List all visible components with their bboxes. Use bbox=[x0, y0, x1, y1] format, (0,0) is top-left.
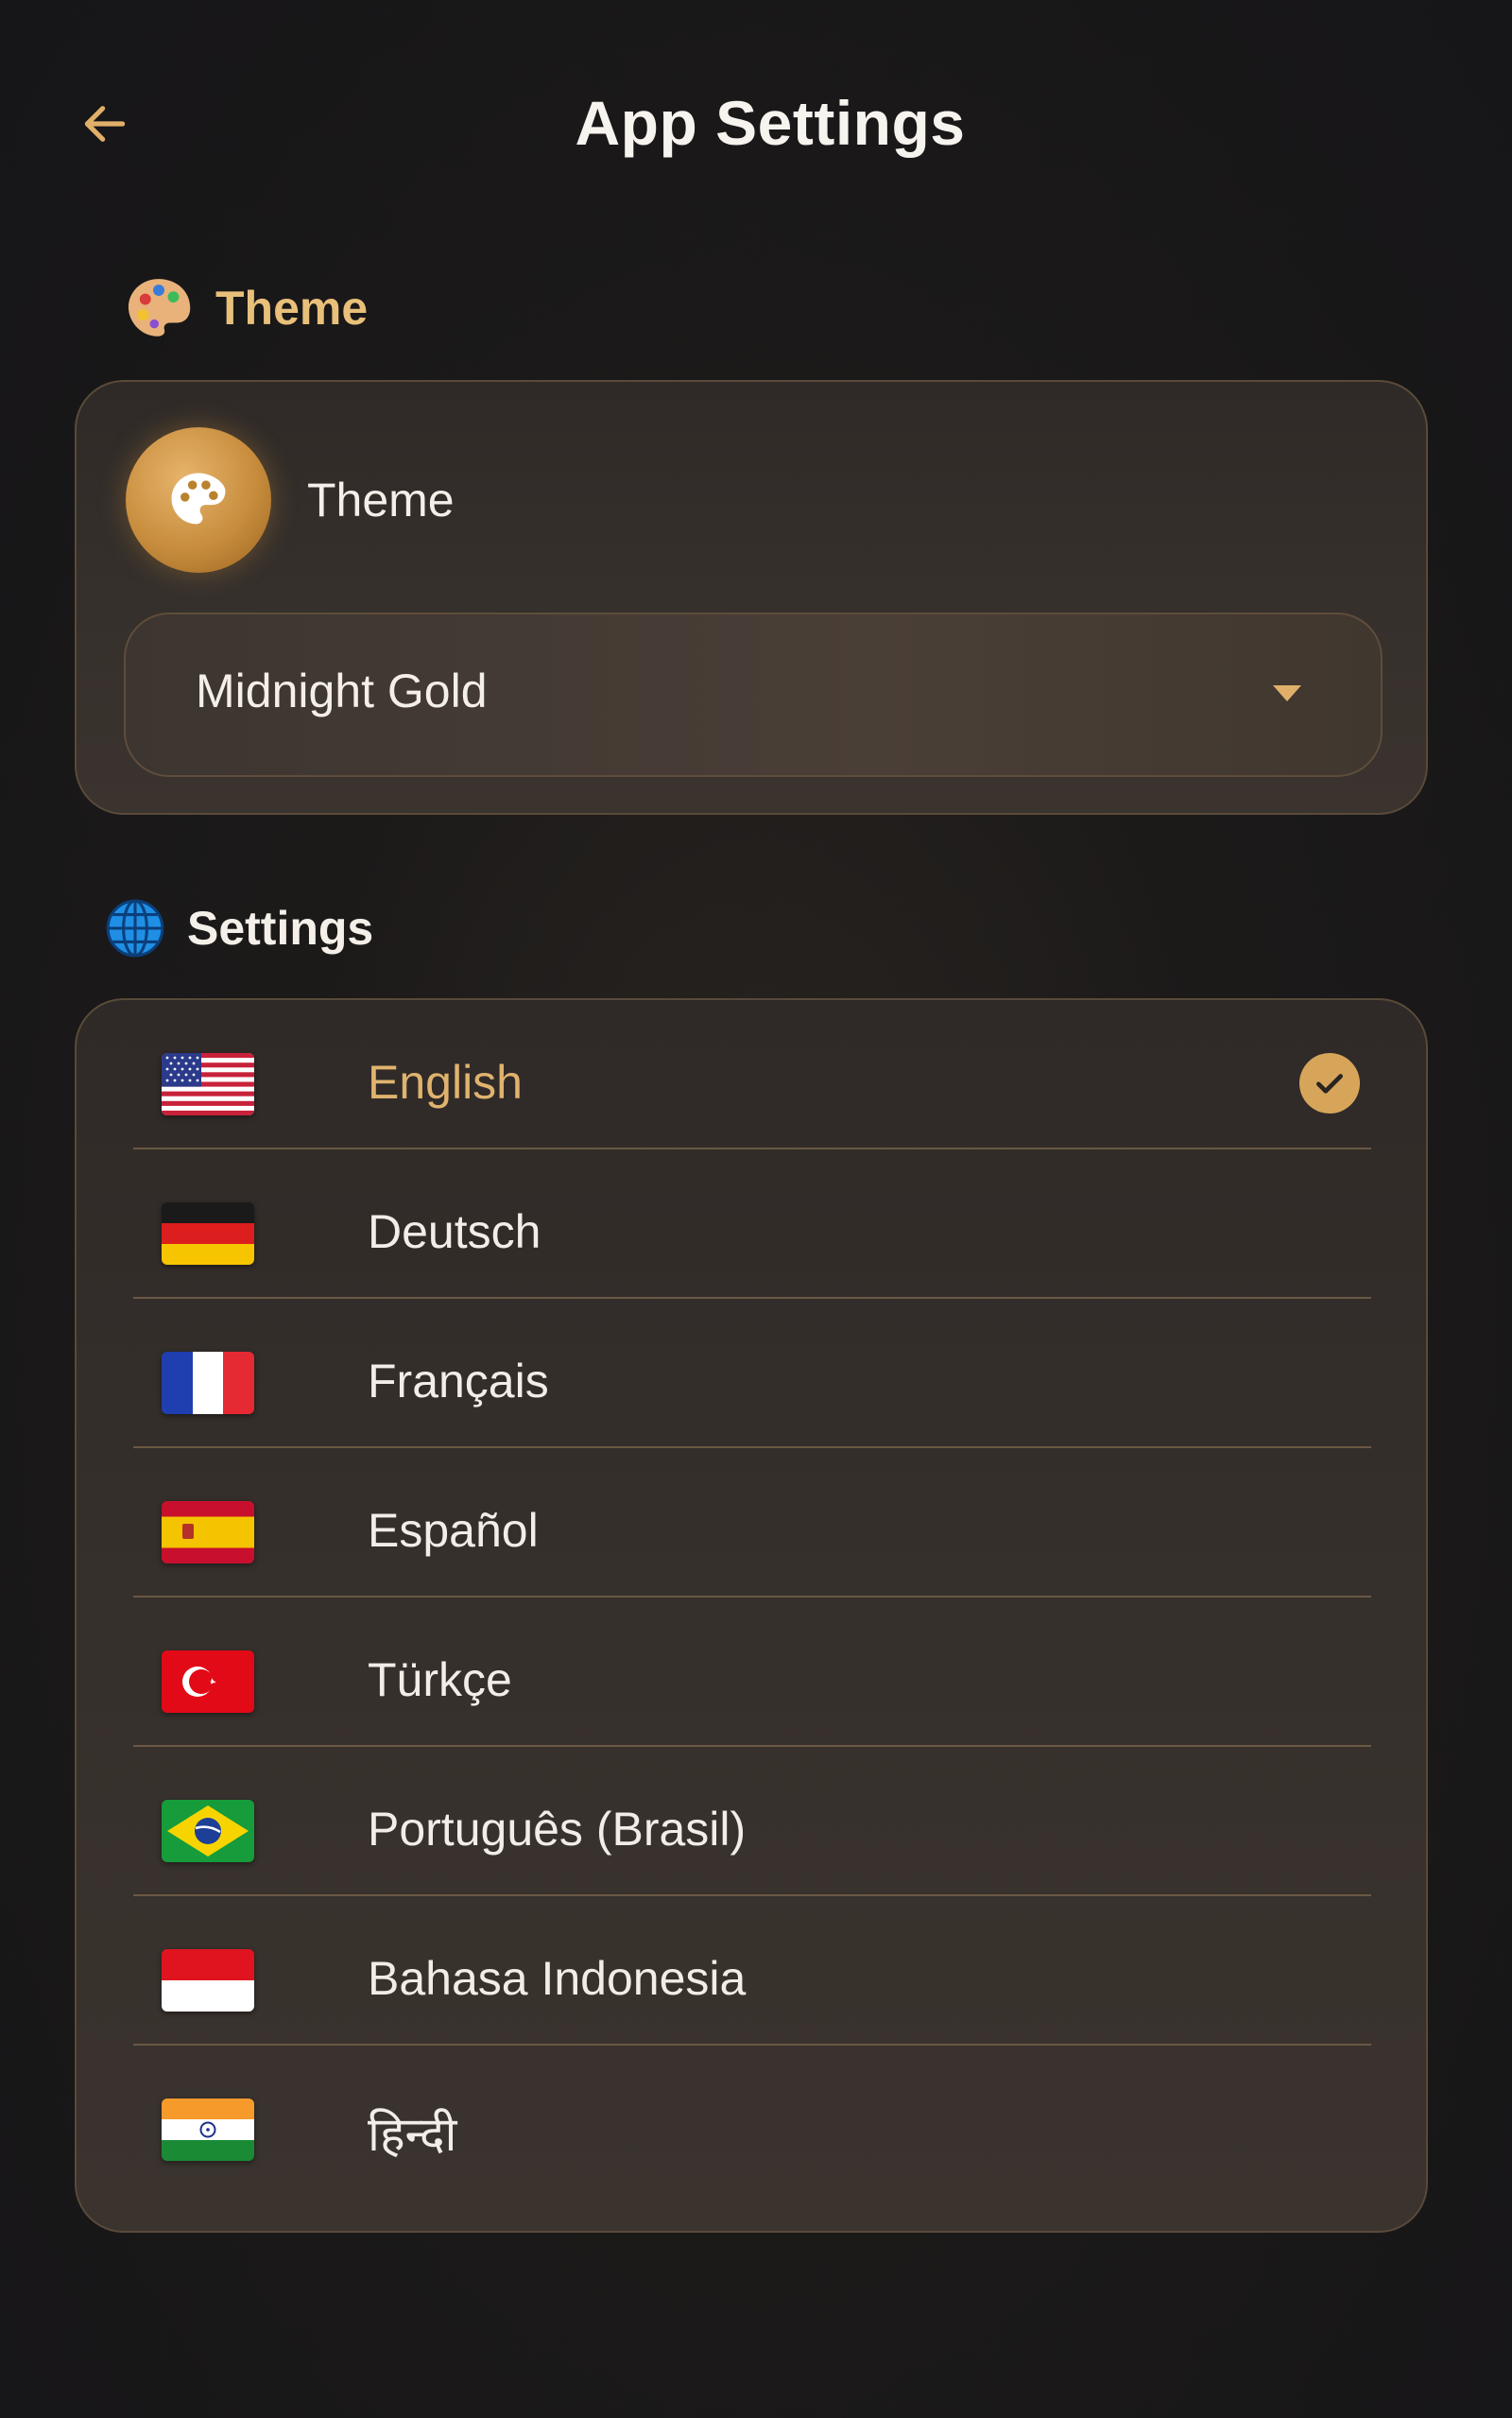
language-name: Español bbox=[368, 1504, 539, 1557]
language-name: Deutsch bbox=[368, 1205, 541, 1258]
theme-section-title: Theme bbox=[215, 282, 369, 335]
de-flag-icon bbox=[162, 1202, 254, 1265]
fr-flag-icon bbox=[162, 1352, 254, 1414]
page-title: App Settings bbox=[575, 88, 966, 158]
language-item-bahasa-indonesia[interactable]: Bahasa Indonesia bbox=[133, 1896, 1371, 2046]
theme-dropdown[interactable]: Midnight Gold bbox=[124, 613, 1383, 777]
language-item-english[interactable]: English bbox=[133, 1000, 1371, 1149]
language-item-francais[interactable]: Français bbox=[133, 1299, 1371, 1448]
language-item-deutsch[interactable]: Deutsch bbox=[133, 1149, 1371, 1299]
language-section-heading: Settings bbox=[104, 890, 373, 966]
language-section-title: Settings bbox=[187, 902, 374, 955]
language-name: Bahasa Indonesia bbox=[368, 1952, 747, 2005]
check-circle-icon bbox=[1299, 1053, 1360, 1114]
language-item-turkce[interactable]: Türkçe bbox=[133, 1598, 1371, 1747]
theme-row-label: Theme bbox=[307, 474, 455, 527]
in-flag-icon bbox=[162, 2098, 254, 2161]
tr-flag-icon bbox=[162, 1650, 254, 1713]
br-flag-icon bbox=[162, 1800, 254, 1862]
app-header: App Settings bbox=[0, 0, 1512, 255]
theme-card: Theme Midnight Gold bbox=[75, 380, 1428, 815]
language-name: Français bbox=[368, 1355, 549, 1408]
palette-icon bbox=[171, 473, 226, 525]
id-flag-icon bbox=[162, 1949, 254, 2012]
language-item-portugues-brasil[interactable]: Português (Brasil) bbox=[133, 1747, 1371, 1896]
language-name: Português (Brasil) bbox=[368, 1803, 747, 1856]
caret-down-icon bbox=[1273, 685, 1301, 701]
language-item-espanol[interactable]: Español bbox=[133, 1448, 1371, 1598]
language-name: हिन्दी bbox=[368, 2108, 457, 2161]
language-item-hindi[interactable]: हिन्दी bbox=[133, 2046, 1371, 2195]
us-flag-icon bbox=[162, 1053, 254, 1115]
theme-dropdown-value: Midnight Gold bbox=[196, 665, 488, 717]
globe-icon bbox=[106, 899, 164, 958]
es-flag-icon bbox=[162, 1501, 254, 1563]
language-name: Türkçe bbox=[368, 1653, 512, 1706]
language-list: English Deutsch Français Español Türkçe … bbox=[133, 1000, 1371, 2195]
theme-section-heading: Theme bbox=[123, 270, 368, 346]
palette-emoji-icon bbox=[128, 279, 191, 337]
language-name: English bbox=[368, 1056, 523, 1109]
language-card: English Deutsch Français Español Türkçe … bbox=[75, 998, 1428, 2233]
theme-avatar bbox=[126, 427, 271, 573]
